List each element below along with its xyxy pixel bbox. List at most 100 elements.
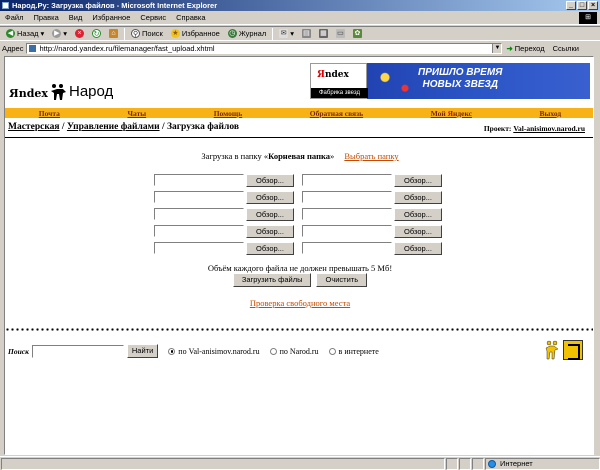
- file-path-input[interactable]: [154, 191, 244, 203]
- edit-button[interactable]: ▦: [315, 27, 332, 41]
- project-info: Проект: Val-anisimov.narod.ru: [484, 124, 585, 133]
- search-input[interactable]: [31, 344, 124, 358]
- file-path-input[interactable]: [302, 174, 392, 186]
- address-input[interactable]: http://narod.yandex.ru/filemanager/fast_…: [26, 43, 503, 54]
- exit-door-icon[interactable]: [563, 340, 583, 360]
- back-button[interactable]: ◀ Назад ▾: [2, 27, 48, 41]
- file-path-input[interactable]: [302, 208, 392, 220]
- search-label: Поиск: [142, 29, 163, 38]
- menu-help[interactable]: Справка: [171, 11, 210, 25]
- file-row: Обзор... Обзор...: [154, 242, 450, 255]
- status-cell: [446, 457, 458, 470]
- address-label: Адрес: [2, 44, 24, 53]
- dotted-divider: [5, 328, 593, 331]
- file-path-input[interactable]: [154, 208, 244, 220]
- menu-edit[interactable]: Правка: [28, 11, 63, 25]
- search-submit-button[interactable]: Найти: [126, 344, 159, 358]
- browse-button[interactable]: Обзор...: [394, 174, 442, 187]
- forward-button[interactable]: ▶ ▾: [48, 27, 71, 41]
- nav-chats[interactable]: Чаты: [128, 109, 147, 118]
- maximize-button[interactable]: □: [577, 1, 587, 10]
- internet-globe-icon: [488, 459, 496, 468]
- browse-button[interactable]: Обзор...: [246, 242, 294, 255]
- window-title: Народ.Ру: Загрузка файлов - Microsoft In…: [12, 1, 218, 10]
- stop-button[interactable]: ×: [71, 27, 88, 41]
- check-space-line: Проверка свободного места: [5, 298, 593, 308]
- project-link[interactable]: Val-anisimov.narod.ru: [513, 124, 585, 133]
- ad-banner[interactable]: Яndex Фабрика звезд ПРИШЛО ВРЕМЯ НОВЫХ З…: [310, 63, 590, 99]
- browse-button[interactable]: Обзор...: [394, 191, 442, 204]
- narod-logo[interactable]: Народ: [69, 83, 113, 100]
- browse-button[interactable]: Обзор...: [394, 242, 442, 255]
- discuss-button[interactable]: ▭: [332, 27, 349, 41]
- choose-folder-link[interactable]: Выбрать папку: [344, 151, 398, 161]
- banner-line1: ПРИШЛО ВРЕМЯ: [418, 67, 503, 78]
- browse-button[interactable]: Обзор...: [246, 174, 294, 187]
- upload-files-button[interactable]: Загрузить файлы: [232, 273, 312, 287]
- print-button[interactable]: ▤: [298, 27, 315, 41]
- search-scope-internet[interactable]: в интернете: [328, 347, 379, 356]
- nav-my-yandex-letter: Я: [447, 108, 454, 118]
- ie-icon: [2, 2, 9, 9]
- breadcrumb-file-management[interactable]: Управление файлами: [67, 122, 160, 132]
- search-scope-narod[interactable]: по Narod.ru: [269, 347, 319, 356]
- breadcrumb-workshop[interactable]: Мастерская: [8, 122, 60, 132]
- file-path-input[interactable]: [154, 242, 244, 254]
- footer-icons: [545, 340, 583, 360]
- file-path-input[interactable]: [302, 225, 392, 237]
- file-path-input[interactable]: [154, 174, 244, 186]
- file-size-limit-text: Объём каждого файла не должен превышать …: [207, 263, 393, 273]
- file-path-input[interactable]: [154, 225, 244, 237]
- go-button[interactable]: ➜ Переход: [502, 44, 548, 53]
- messenger-button[interactable]: ✿: [349, 27, 366, 41]
- toolbar-separator: [124, 27, 126, 40]
- browse-button[interactable]: Обзор...: [246, 208, 294, 221]
- refresh-button[interactable]: ↻: [88, 27, 105, 41]
- file-row: Обзор... Обзор...: [154, 225, 450, 238]
- radio-icon[interactable]: [328, 347, 336, 355]
- menu-view[interactable]: Вид: [64, 11, 88, 25]
- people-logo-icon: [51, 84, 66, 100]
- menu-file[interactable]: Файл: [0, 11, 28, 25]
- minimize-button[interactable]: _: [566, 1, 576, 10]
- favorites-button[interactable]: ★ Избранное: [167, 27, 224, 41]
- browse-button[interactable]: Обзор...: [246, 191, 294, 204]
- nav-my-yandex[interactable]: Мой Яндекс: [431, 109, 472, 118]
- favorites-label: Избранное: [181, 29, 220, 38]
- file-path-input[interactable]: [302, 242, 392, 254]
- yandex-logo[interactable]: Яndex: [9, 87, 48, 100]
- browse-button[interactable]: Обзор...: [394, 225, 442, 238]
- refresh-icon: ↻: [92, 29, 102, 38]
- banner-stars-icon: [370, 63, 420, 99]
- print-icon: ▤: [301, 29, 311, 38]
- home-button[interactable]: ⌂: [105, 27, 122, 41]
- clear-button[interactable]: Очистить: [316, 273, 368, 287]
- vertical-scrollbar[interactable]: [593, 57, 594, 454]
- upload-folder-text-end: »: [329, 151, 335, 161]
- close-button[interactable]: ×: [588, 1, 598, 10]
- banner-subtitle: Фабрика звезд: [311, 88, 368, 98]
- history-button[interactable]: ◷ Журнал: [224, 27, 270, 41]
- radio-checked-icon[interactable]: [168, 347, 176, 355]
- file-field: Обзор...: [154, 208, 294, 221]
- file-path-input[interactable]: [302, 191, 392, 203]
- home-icon: ⌂: [109, 29, 119, 38]
- address-dropdown-icon[interactable]: ▼: [492, 44, 502, 53]
- nav-logout[interactable]: Выход: [540, 109, 562, 118]
- menu-tools[interactable]: Сервис: [135, 11, 171, 25]
- nav-help[interactable]: Помощь: [214, 109, 243, 118]
- status-bar: Интернет: [0, 456, 600, 470]
- browse-button[interactable]: Обзор...: [246, 225, 294, 238]
- links-button[interactable]: Ссылки: [549, 44, 583, 53]
- mail-button[interactable]: ✉ ▾: [275, 27, 298, 41]
- browse-button[interactable]: Обзор...: [394, 208, 442, 221]
- radio-icon[interactable]: [269, 347, 277, 355]
- search-scope-site[interactable]: по Val-anisimov.narod.ru: [168, 347, 260, 356]
- file-field: Обзор...: [302, 225, 442, 238]
- nav-mail[interactable]: Почта: [39, 109, 60, 118]
- menu-favorites[interactable]: Избранное: [87, 11, 135, 25]
- search-button[interactable]: ⚲ Поиск: [127, 27, 167, 41]
- nav-feedback[interactable]: Обратная связь: [310, 109, 363, 118]
- check-free-space-link[interactable]: Проверка свободного места: [250, 298, 350, 308]
- people-icon[interactable]: [545, 340, 559, 360]
